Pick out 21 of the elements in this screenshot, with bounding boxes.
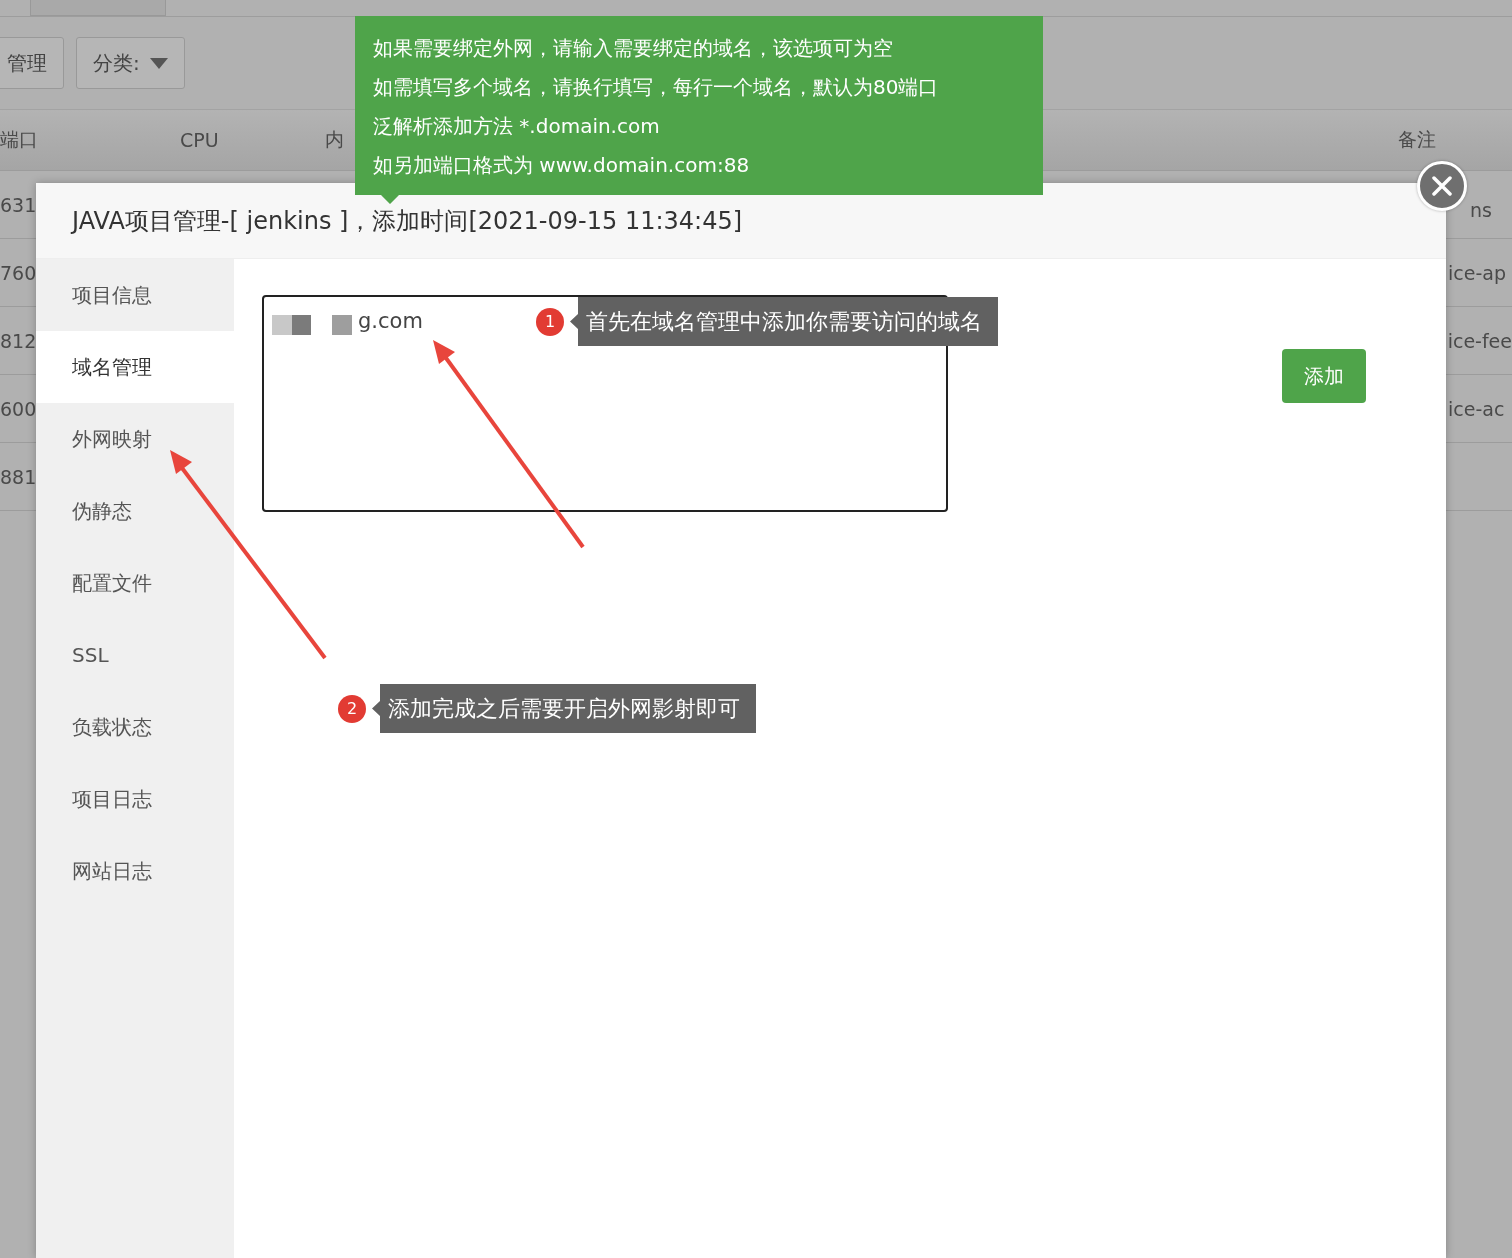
table-cell: 760 <box>0 261 37 284</box>
table-cell: 631 <box>0 193 37 216</box>
column-header: 端口 <box>0 128 38 150</box>
table-cell: 812 <box>0 329 37 352</box>
tooltip-line: 如另加端口格式为 www.domain.com:88 <box>373 152 751 179</box>
annotation-tooltip: 首先在域名管理中添加你需要访问的域名 <box>570 297 998 346</box>
annotation-tooltip: 添加完成之后需要开启外网影射即可 <box>372 684 756 733</box>
table-cell: ice-fee <box>1447 329 1512 352</box>
dialog-title: JAVA项目管理-[ jenkins ]，添加时间[2021-09-15 11:34:45] <box>72 205 743 237</box>
column-header: 内 <box>325 128 344 150</box>
table-cell: 600 <box>0 397 37 420</box>
table-cell: ns <box>1470 198 1492 221</box>
table-cell: 881 <box>0 465 37 488</box>
tooltip-line: 如需填写多个域名，请换行填写，每行一个域名，默认为80端口 <box>373 74 940 101</box>
table-cell: ice-ac <box>1448 397 1505 420</box>
column-header: 备注 <box>1398 128 1436 150</box>
tooltip-line: 如果需要绑定外网，请输入需要绑定的域名，该选项可为空 <box>373 35 894 62</box>
tooltip-line: 泛解析添加方法 *.domain.com <box>373 113 661 140</box>
column-header: CPU <box>180 129 219 151</box>
table-cell: ice-ap <box>1448 261 1506 284</box>
domain-text: g.com <box>358 308 423 335</box>
